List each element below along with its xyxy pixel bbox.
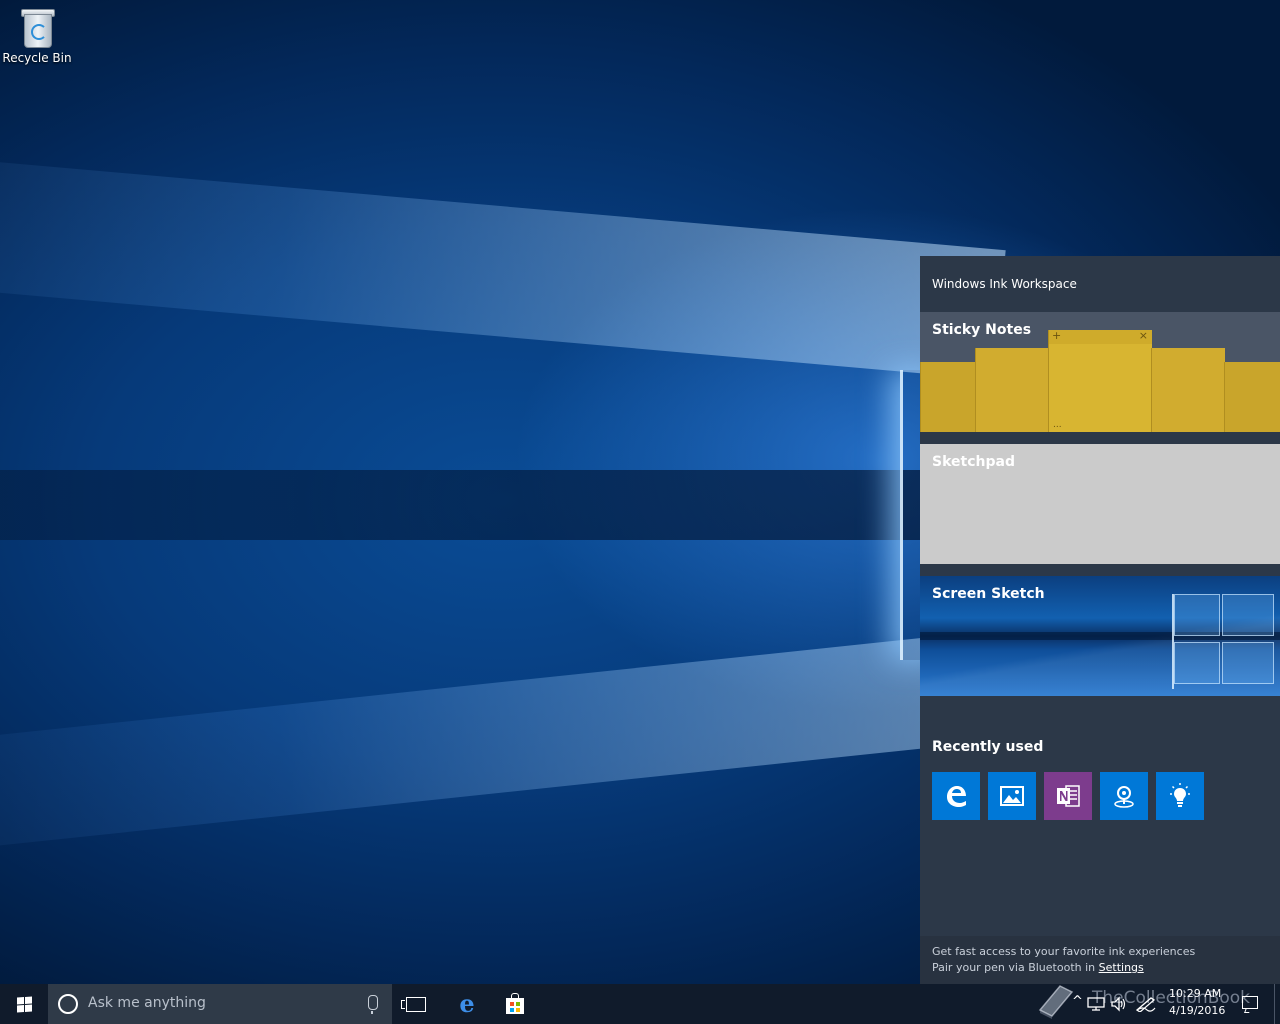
sticky-note-preview <box>1151 348 1225 432</box>
book-watermark-icon <box>1038 985 1074 1019</box>
ink-workspace-panel: Windows Ink Workspace Sticky Notes + × .… <box>920 256 1280 984</box>
recent-app-photos[interactable] <box>988 772 1036 820</box>
recently-used-heading: Recently used <box>932 739 1044 755</box>
close-icon: × <box>1138 329 1148 342</box>
sticky-note-preview <box>920 362 976 432</box>
wallpaper-light-beam <box>0 145 1006 380</box>
edge-icon: e <box>459 989 475 1018</box>
cortana-icon <box>58 994 78 1014</box>
recent-app-onenote[interactable] <box>1044 772 1092 820</box>
card-label: Sticky Notes <box>932 322 1032 338</box>
action-center-icon[interactable] <box>1242 996 1258 1009</box>
sketchpad-card[interactable]: Sketchpad <box>920 444 1280 564</box>
wallpaper-dark-band <box>0 470 920 540</box>
task-view-icon <box>401 996 426 1012</box>
panel-footer: Get fast access to your favorite ink exp… <box>920 936 1280 984</box>
wallpaper-light-beam <box>0 630 1006 866</box>
recent-app-maps[interactable] <box>1100 772 1148 820</box>
show-desktop-button[interactable] <box>1274 984 1280 1024</box>
network-icon[interactable] <box>1087 997 1105 1011</box>
clock-time[interactable]: 10:29 AM <box>1169 987 1221 1000</box>
wallpaper-thumbnail-logo <box>1172 594 1274 689</box>
desktop-icon-recycle-bin[interactable]: Recycle Bin <box>2 6 72 65</box>
photos-icon <box>1000 786 1024 806</box>
sticky-notes-card[interactable]: Sticky Notes + × ... <box>920 312 1280 432</box>
footer-pair-pen: Pair your pen via Bluetooth in Settings <box>932 961 1144 974</box>
cortana-search-box[interactable]: Ask me anything <box>48 984 392 1024</box>
footer-tip: Get fast access to your favorite ink exp… <box>932 945 1196 958</box>
sticky-note-preview: + × ... <box>1048 329 1152 432</box>
windows-ink-pen-icon[interactable] <box>1135 996 1157 1012</box>
plus-icon: + <box>1052 329 1062 342</box>
panel-title: Windows Ink Workspace <box>932 277 1077 291</box>
taskbar: Ask me anything e TheCollectionBook ^ 10… <box>0 984 1280 1024</box>
taskbar-store-button[interactable] <box>491 984 539 1024</box>
recent-app-edge[interactable] <box>932 772 980 820</box>
recycle-bin-icon <box>20 6 55 48</box>
show-hidden-icons-chevron-icon[interactable]: ^ <box>1072 994 1083 1009</box>
taskbar-edge-button[interactable]: e <box>443 984 491 1024</box>
onenote-icon <box>1057 785 1080 807</box>
sticky-note-preview <box>1224 362 1280 432</box>
lightbulb-icon <box>1170 783 1190 807</box>
sticky-note-preview <box>975 348 1050 432</box>
task-view-button[interactable] <box>392 984 440 1024</box>
search-placeholder: Ask me anything <box>88 995 206 1011</box>
card-label: Sketchpad <box>932 454 1015 470</box>
windows-logo-icon <box>16 995 32 1013</box>
recently-used-list <box>932 772 1204 820</box>
desktop-icon-label: Recycle Bin <box>2 51 72 65</box>
screen-sketch-card[interactable]: Screen Sketch <box>920 576 1280 696</box>
start-button[interactable] <box>0 984 48 1024</box>
maps-icon <box>1114 786 1134 808</box>
clock-date[interactable]: 4/19/2016 <box>1169 1004 1225 1017</box>
edge-icon <box>947 786 966 807</box>
microphone-icon[interactable] <box>368 995 378 1014</box>
card-label: Screen Sketch <box>932 586 1045 602</box>
volume-icon[interactable] <box>1110 996 1128 1012</box>
settings-link[interactable]: Settings <box>1099 961 1144 974</box>
more-icon: ... <box>1053 420 1062 430</box>
recent-app-tips[interactable] <box>1156 772 1204 820</box>
store-icon <box>506 993 524 1014</box>
footer-pair-pen-text: Pair your pen via Bluetooth in <box>932 961 1099 974</box>
